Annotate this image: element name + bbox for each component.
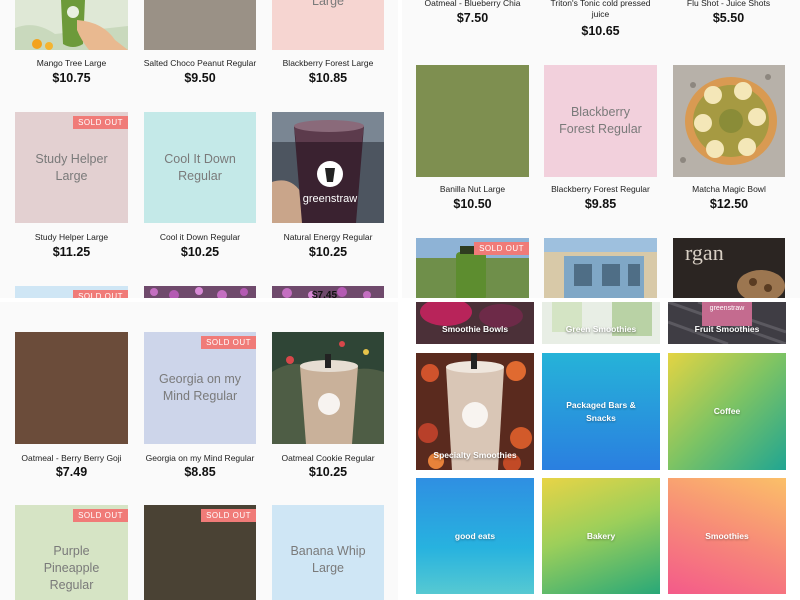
product-name: Oatmeal Cookie Regular: [281, 453, 375, 463]
product-price: $12.50: [709, 197, 749, 211]
brand-logo-text: greenstraw: [710, 305, 746, 312]
category-packaged-bars-snacks[interactable]: Packaged Bars & Snacks: [542, 353, 660, 470]
category-label: Green Smoothies: [565, 324, 637, 334]
product-price: $9.85: [584, 197, 617, 211]
product-grid-pane-top-left: Large Mango Tree Large $10.75 Salted Cho…: [0, 0, 398, 298]
product-price-partial: $7.45: [312, 290, 338, 298]
product-image-row3-3[interactable]: $7.45: [272, 286, 384, 298]
category-fruit-smoothies[interactable]: greenstraw Fruit Smoothies: [668, 302, 786, 344]
product-image-salted-choco-peanut[interactable]: [144, 0, 256, 50]
product-name: Oatmeal - Berry Berry Goji: [21, 453, 122, 463]
category-smoothies[interactable]: Smoothies: [668, 478, 786, 594]
product-placeholder-text: Cool It Down Regular: [164, 151, 236, 183]
sold-out-badge: SOLD OUT: [474, 242, 529, 255]
product-name: Blackberry Forest Regular: [551, 184, 650, 194]
product-image-oatmeal-cookie[interactable]: [272, 332, 384, 444]
product-image-row3-storefront[interactable]: [544, 238, 657, 298]
category-label: Smoothies: [705, 530, 749, 541]
sold-out-badge: SOLD OUT: [73, 509, 128, 522]
product-name: Study Helper Large: [34, 232, 109, 242]
product-image-blackberry-forest-regular[interactable]: Blackberry Forest Regular: [544, 65, 657, 177]
product-name: Georgia on my Mind Regular: [145, 453, 255, 463]
product-price: $9.50: [184, 71, 216, 85]
category-label: Specialty Smoothies: [433, 450, 517, 460]
category-bakery[interactable]: Bakery: [542, 478, 660, 594]
product-price: $10.85: [308, 71, 348, 85]
sold-out-badge: SOLD OUT: [73, 116, 128, 129]
category-specialty-smoothies[interactable]: Specialty Smoothies: [416, 353, 534, 470]
product-image-matcha-magic-bowl[interactable]: [673, 65, 785, 177]
product-image-purple-pineapple[interactable]: Purple Pineapple Regular SOLD OUT: [15, 505, 128, 600]
category-label: Packaged Bars & Snacks: [566, 399, 636, 423]
product-name: Matcha Magic Bowl: [692, 184, 766, 194]
product-image-georgia-on-my-mind[interactable]: Georgia on my Mind Regular SOLD OUT: [144, 332, 256, 444]
product-name: Oatmeal - Blueberry Chia: [424, 0, 521, 8]
product-name: Mango Tree Large: [36, 58, 107, 68]
product-grid-pane-bottom-left: Georgia on my Mind Regular SOLD OUT Oatm…: [0, 302, 398, 600]
category-coffee[interactable]: Coffee: [668, 353, 786, 470]
product-price: $10.50: [453, 197, 492, 211]
product-name: Cool it Down Regular: [159, 232, 241, 242]
product-price: $7.50: [456, 11, 489, 25]
product-image-natural-energy[interactable]: greenstraw: [272, 112, 384, 223]
category-label: Coffee: [713, 406, 741, 416]
category-smoothie-bowls[interactable]: Smoothie Bowls: [416, 302, 534, 344]
sold-out-badge: SOLD OUT: [201, 336, 256, 349]
product-name: Triton's Tonic cold pressed juice: [550, 0, 651, 19]
product-price: $10.25: [308, 245, 348, 259]
product-name: Flu Shot - Juice Shots: [686, 0, 771, 8]
product-price: $5.50: [712, 11, 745, 25]
product-placeholder-text: Large: [312, 0, 344, 8]
product-price: $10.75: [52, 71, 91, 85]
product-name: Blackberry Forest Large: [282, 58, 374, 68]
product-name: Banilla Nut Large: [439, 184, 506, 194]
category-label: Fruit Smoothies: [694, 324, 760, 334]
category-label: Smoothie Bowls: [441, 324, 509, 334]
product-image-row3-1[interactable]: SOLD OUT: [15, 286, 128, 298]
sold-out-badge: SOLD OUT: [201, 509, 256, 522]
product-price: $11.25: [52, 245, 91, 259]
store-sign-text: rgan: [685, 240, 724, 265]
sold-out-badge: SOLD OUT: [73, 290, 128, 298]
product-image-cool-it-down[interactable]: Cool It Down Regular: [144, 112, 256, 223]
category-good-eats[interactable]: good eats: [416, 478, 534, 594]
category-label: Bakery: [586, 530, 616, 541]
product-image-blackberry-forest-large[interactable]: Large: [272, 0, 384, 50]
product-image-row3-sign[interactable]: rgan: [673, 238, 785, 298]
category-grid-pane: Smoothie Bowls Green Smoothies greenstra…: [402, 302, 800, 600]
product-name: Salted Choco Peanut Regular: [143, 58, 257, 68]
product-image-banana-whip[interactable]: Banana Whip Large: [272, 505, 384, 600]
product-image-study-helper-large[interactable]: Study Helper Large SOLD OUT: [15, 112, 128, 223]
category-label: good eats: [454, 530, 496, 541]
product-placeholder-text: Blackberry Forest Regular: [559, 105, 642, 136]
product-price: $10.25: [180, 245, 220, 259]
product-image-oatmeal-berry-berry-goji[interactable]: [15, 332, 128, 444]
product-grid-pane-top-right: Oatmeal - Blueberry Chia $7.50 Triton's …: [402, 0, 800, 298]
product-price: $10.25: [308, 465, 348, 479]
product-image-mango-tree[interactable]: [15, 0, 128, 50]
product-name: Natural Energy Regular: [283, 232, 373, 242]
product-price: $7.49: [55, 465, 88, 479]
product-image-row3-bottle[interactable]: SOLD OUT: [416, 238, 529, 298]
product-image-dark-tile[interactable]: SOLD OUT: [144, 505, 256, 600]
product-price: $10.65: [581, 24, 620, 38]
category-green-smoothies[interactable]: Green Smoothies: [542, 302, 660, 344]
product-placeholder-text: Banana Whip Large: [290, 544, 366, 575]
product-price: $8.85: [184, 465, 216, 479]
product-image-banilla-nut[interactable]: [416, 65, 529, 177]
product-image-row3-2[interactable]: [144, 286, 256, 298]
brand-logo-text: greenstraw: [303, 193, 357, 205]
